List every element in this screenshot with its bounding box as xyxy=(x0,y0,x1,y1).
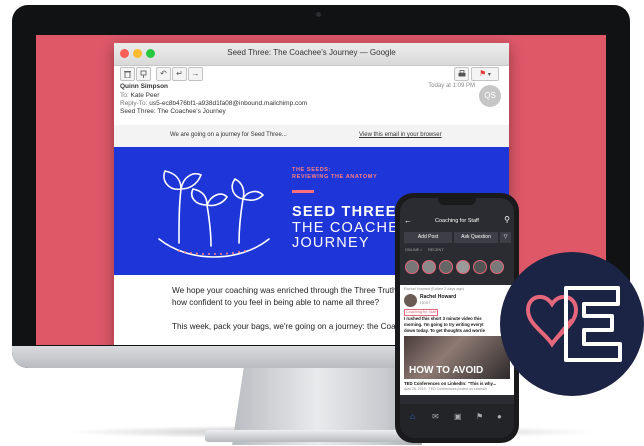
reply-to-address[interactable]: us5-ec8b476bf1-a938d1fa08@inbound.mailch… xyxy=(149,100,307,107)
reply-all-button[interactable]: ↵ xyxy=(172,67,187,81)
banner-divider xyxy=(292,190,314,193)
phone-screen: ← Coaching for Staff ⚲ Add Post Ask Ques… xyxy=(400,198,514,438)
sender-name: Quinn Simpson xyxy=(120,83,169,90)
app-tab-bar: ⌂ ✉ ▣ ⚑ ● xyxy=(400,404,514,438)
avatar: QS xyxy=(479,85,501,107)
member-avatar[interactable] xyxy=(439,260,453,274)
banner-eyebrow-line1: THE SEEDS: xyxy=(292,167,332,173)
forward-button[interactable]: → xyxy=(188,67,203,81)
post-text-line1: I rushed this short 3 minute video this xyxy=(404,316,482,321)
search-icon[interactable]: ⚲ xyxy=(504,215,510,224)
pinned-label: Rachel Howard (Edited 2 days ago) xyxy=(404,287,464,291)
app-nav-bar: ← Coaching for Staff ⚲ xyxy=(400,212,514,230)
forward-arrow-icon: → xyxy=(191,69,200,78)
online-label: ONLINE • xyxy=(405,248,422,252)
email-header: Quinn Simpson To: Kate Peer Reply-To: us… xyxy=(114,83,509,126)
ask-question-button[interactable]: Ask Question xyxy=(454,232,498,243)
link-title[interactable]: TED Conferences on LinkedIn: "This is wh… xyxy=(404,381,512,386)
groups-tab-icon[interactable]: ▣ xyxy=(454,412,462,421)
poster-avatar xyxy=(404,294,417,307)
member-avatar[interactable] xyxy=(422,260,436,274)
notifications-tab-icon[interactable]: ⚑ xyxy=(476,412,483,421)
recent-label: RECENT xyxy=(428,248,444,252)
home-tab-icon[interactable]: ⌂ xyxy=(410,412,415,421)
member-avatar[interactable] xyxy=(456,260,470,274)
video-overlay-text: HOW TO AVOID xyxy=(409,365,484,376)
print-button[interactable] xyxy=(454,67,469,81)
flag-button[interactable]: ⚑ ▾ xyxy=(471,67,499,81)
view-in-browser-link[interactable]: View this email in your browser xyxy=(359,132,442,138)
printer-icon xyxy=(458,70,465,77)
app-nav-title: Coaching for Staff xyxy=(435,218,479,224)
email-subject: Seed Three: The Coachee's Journey xyxy=(120,108,226,115)
post-text-line2: morning. I'm going to try writing everyt xyxy=(404,322,484,327)
heart-e-logo-icon xyxy=(525,286,622,362)
reply-icon: ↶ xyxy=(160,69,167,78)
to-label: To: xyxy=(120,92,129,99)
trash-button[interactable] xyxy=(120,67,135,81)
email-timestamp: Today at 1:09 PM xyxy=(428,83,475,89)
filter-icon: ▽ xyxy=(503,234,508,240)
window-titlebar: Seed Three: The Coachee's Journey — Goog… xyxy=(114,43,509,66)
preheader-text: We are going on a journey for Seed Three… xyxy=(170,132,287,138)
poster-role: HOST xyxy=(420,301,431,305)
add-post-button[interactable]: Add Post xyxy=(404,232,452,243)
email-preheader: We are going on a journey for Seed Three… xyxy=(114,125,509,147)
video-thumbnail[interactable]: HOW TO AVOID xyxy=(404,336,510,379)
to-recipient[interactable]: Kate Peer xyxy=(130,92,159,99)
post-text-line3: down today. To get thoughts and worrie xyxy=(404,328,485,333)
banner-eyebrow-line2: REVIEWING THE ANATOMY xyxy=(292,174,378,180)
trash-icon xyxy=(124,71,131,79)
member-avatar[interactable] xyxy=(405,260,419,274)
profile-tab-icon[interactable]: ● xyxy=(497,412,502,421)
junk-button[interactable] xyxy=(136,67,151,81)
reply-to-label: Reply-To: xyxy=(120,100,148,107)
link-meta: April 25, 2019 · TED Conferences posted … xyxy=(404,387,488,391)
member-avatar[interactable] xyxy=(473,260,487,274)
monitor-camera xyxy=(316,12,321,17)
reply-button[interactable]: ↶ xyxy=(156,67,171,81)
thumbs-down-icon xyxy=(140,70,147,78)
filter-button[interactable]: ▽ xyxy=(500,232,511,243)
poster-name[interactable]: Rachel Howard xyxy=(420,294,456,300)
reply-all-icon: ↵ xyxy=(176,69,183,78)
phone-notch xyxy=(438,198,476,205)
window-title: Seed Three: The Coachee's Journey — Goog… xyxy=(227,48,396,57)
chat-tab-icon[interactable]: ✉ xyxy=(432,412,439,421)
chevron-down-icon: ▾ xyxy=(486,72,491,78)
sprouts-illustration xyxy=(158,170,270,258)
brand-logo xyxy=(500,252,644,396)
